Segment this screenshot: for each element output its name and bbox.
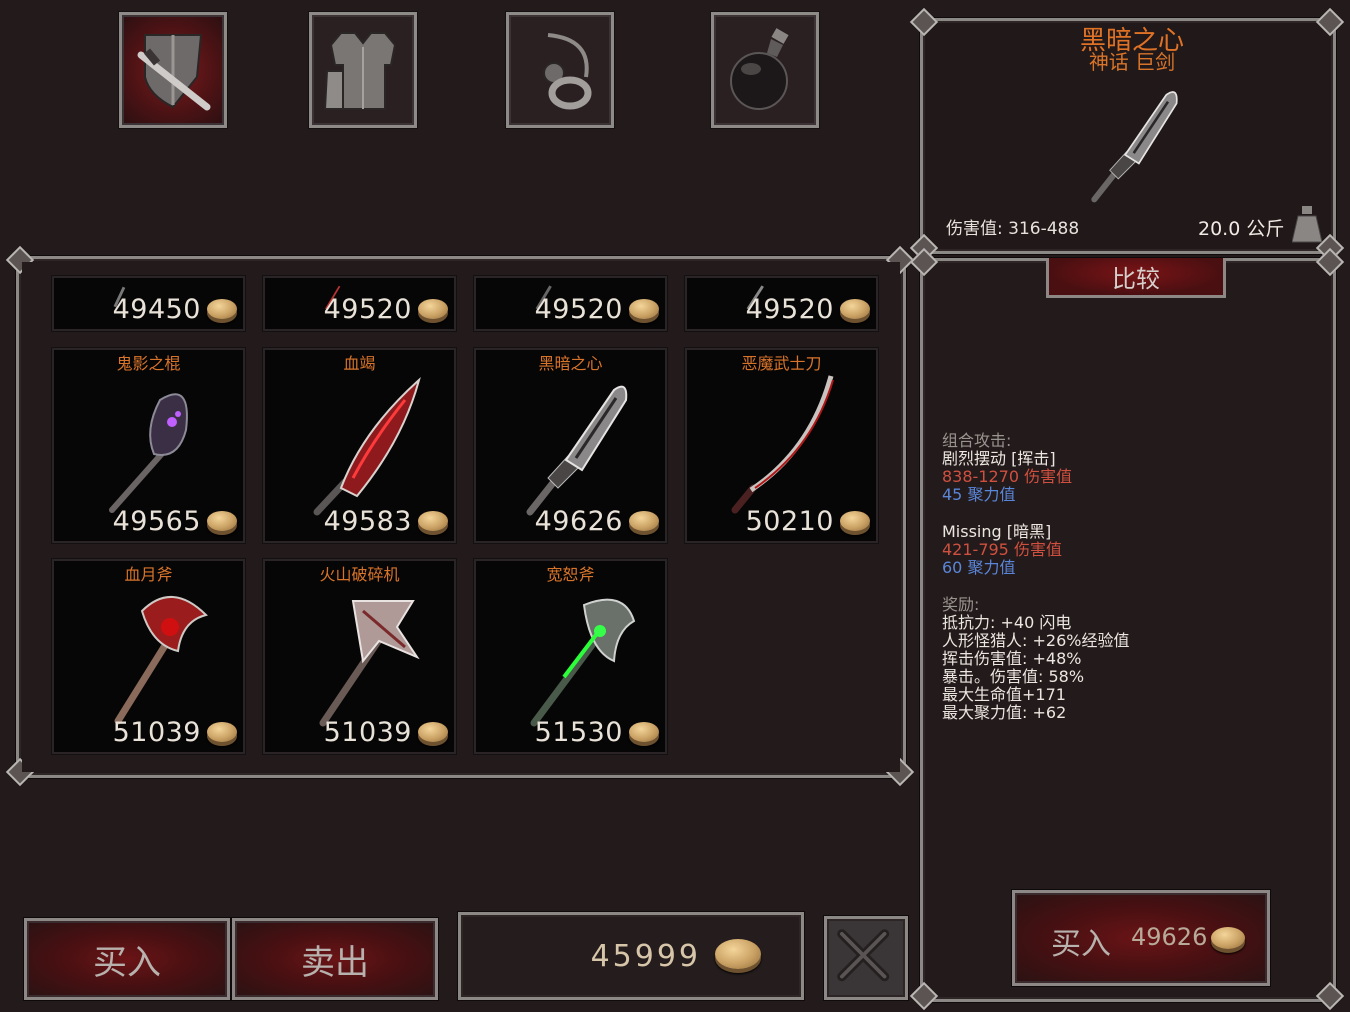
buy-item-price: 49626 xyxy=(1131,923,1208,951)
coin-icon xyxy=(1211,927,1245,949)
item-price: 49450 xyxy=(112,294,201,325)
item-price: 49520 xyxy=(534,294,623,325)
item-slot[interactable]: 宽恕斧 51530 xyxy=(474,559,667,754)
potion-icon xyxy=(730,28,789,110)
bonus-line: 挥击伤害值: +48% xyxy=(942,649,1082,668)
item-slot[interactable]: 49520 xyxy=(474,276,667,331)
close-button[interactable] xyxy=(824,916,908,1000)
bonus-line: 最大聚力值: +62 xyxy=(942,703,1067,722)
item-price: 51530 xyxy=(534,717,623,748)
coin-icon xyxy=(418,511,448,531)
volcano-crusher-icon xyxy=(319,600,420,727)
jewelry-icon xyxy=(543,33,592,110)
buy-tab-label: 买入 xyxy=(93,942,161,983)
tab-weapons[interactable] xyxy=(119,12,227,128)
gold-amount: 45999 xyxy=(590,939,701,974)
bonus-line: 人形怪猎人: +26%经验值 xyxy=(942,631,1130,650)
combo2-damage: 421-795 伤害值 xyxy=(942,540,1062,559)
forgiveness-axe-icon xyxy=(530,598,636,727)
gold-display: 45999 xyxy=(458,912,804,1000)
item-price: 49520 xyxy=(323,294,412,325)
tab-armor[interactable] xyxy=(309,12,417,128)
detail-weight: 20.0 公斤 xyxy=(1198,218,1285,240)
item-slot[interactable]: 鬼影之棍 49565 xyxy=(52,348,245,543)
bonus-line: 抵抗力: +40 闪电 xyxy=(942,613,1072,632)
detail-weapon-icon xyxy=(1091,91,1178,203)
sword-shield-icon xyxy=(137,34,211,111)
coin-icon xyxy=(418,722,448,742)
item-slot[interactable]: 49520 xyxy=(685,276,878,331)
combo2-focus: 60 聚力值 xyxy=(942,558,1016,577)
demon-katana-icon xyxy=(731,375,834,514)
dark-heart-greatsword-icon xyxy=(526,385,628,516)
item-price: 49520 xyxy=(745,294,834,325)
bonus-heading: 奖励: xyxy=(942,595,980,614)
tab-potions[interactable] xyxy=(711,12,819,128)
combo1-damage: 838-1270 伤害值 xyxy=(942,467,1073,486)
blood-blade-icon xyxy=(313,377,421,516)
item-price: 49626 xyxy=(534,506,623,537)
item-price: 51039 xyxy=(323,717,412,748)
sell-tab-button[interactable]: 卖出 xyxy=(232,918,438,1000)
ghost-staff-icon xyxy=(109,393,188,513)
coin-icon xyxy=(840,511,870,531)
detail-damage: 伤害值: 316-488 xyxy=(946,219,1080,239)
buy-tab-button[interactable]: 买入 xyxy=(24,918,230,1000)
item-slot[interactable]: 血月斧 51039 xyxy=(52,559,245,754)
armor-icon xyxy=(323,32,397,110)
combo2-name: Missing [暗黑] xyxy=(942,522,1052,541)
coin-icon xyxy=(629,511,659,531)
coin-icon xyxy=(418,299,448,319)
bonus-line: 暴击。伤害值: 58% xyxy=(942,667,1085,686)
weight-icon xyxy=(1292,206,1322,243)
compare-label: 比较 xyxy=(1112,265,1160,293)
coin-icon xyxy=(207,511,237,531)
item-price: 49583 xyxy=(323,506,412,537)
item-slot[interactable]: 黑暗之心 49626 xyxy=(474,348,667,543)
coin-icon xyxy=(207,299,237,319)
coin-icon xyxy=(840,299,870,319)
blood-moon-axe-icon xyxy=(114,596,208,725)
coin-icon xyxy=(715,939,761,969)
coin-icon xyxy=(629,299,659,319)
item-price: 50210 xyxy=(745,506,834,537)
item-price: 49565 xyxy=(112,506,201,537)
coin-icon xyxy=(629,722,659,742)
item-slot[interactable]: 49520 xyxy=(263,276,456,331)
item-slot[interactable]: 49450 xyxy=(52,276,245,331)
item-price: 51039 xyxy=(112,717,201,748)
buy-item-label: 买入 xyxy=(1051,927,1111,962)
sell-tab-label: 卖出 xyxy=(301,942,369,983)
item-slot[interactable]: 血竭 49583 xyxy=(263,348,456,543)
item-slot[interactable]: 恶魔武士刀 50210 xyxy=(685,348,878,543)
detail-item-type: 神话 巨剑 xyxy=(1088,50,1176,74)
bonus-line: 最大生命值+171 xyxy=(942,685,1066,704)
combo-heading: 组合攻击: xyxy=(942,431,1012,450)
compare-tab[interactable]: 比较 xyxy=(1046,258,1226,298)
item-slot[interactable]: 火山破碎机 51039 xyxy=(263,559,456,754)
combo1-focus: 45 聚力值 xyxy=(942,485,1016,504)
combo1-name: 剧烈摆动 [挥击] xyxy=(942,449,1056,468)
tab-jewelry[interactable] xyxy=(506,12,614,128)
close-icon xyxy=(837,929,890,982)
buy-item-button[interactable]: 买入 49626 xyxy=(1012,890,1270,986)
coin-icon xyxy=(207,722,237,742)
item-grid[interactable]: 49450 49520 49520 49520 鬼影之棍 49565 血竭 49… xyxy=(22,262,900,772)
